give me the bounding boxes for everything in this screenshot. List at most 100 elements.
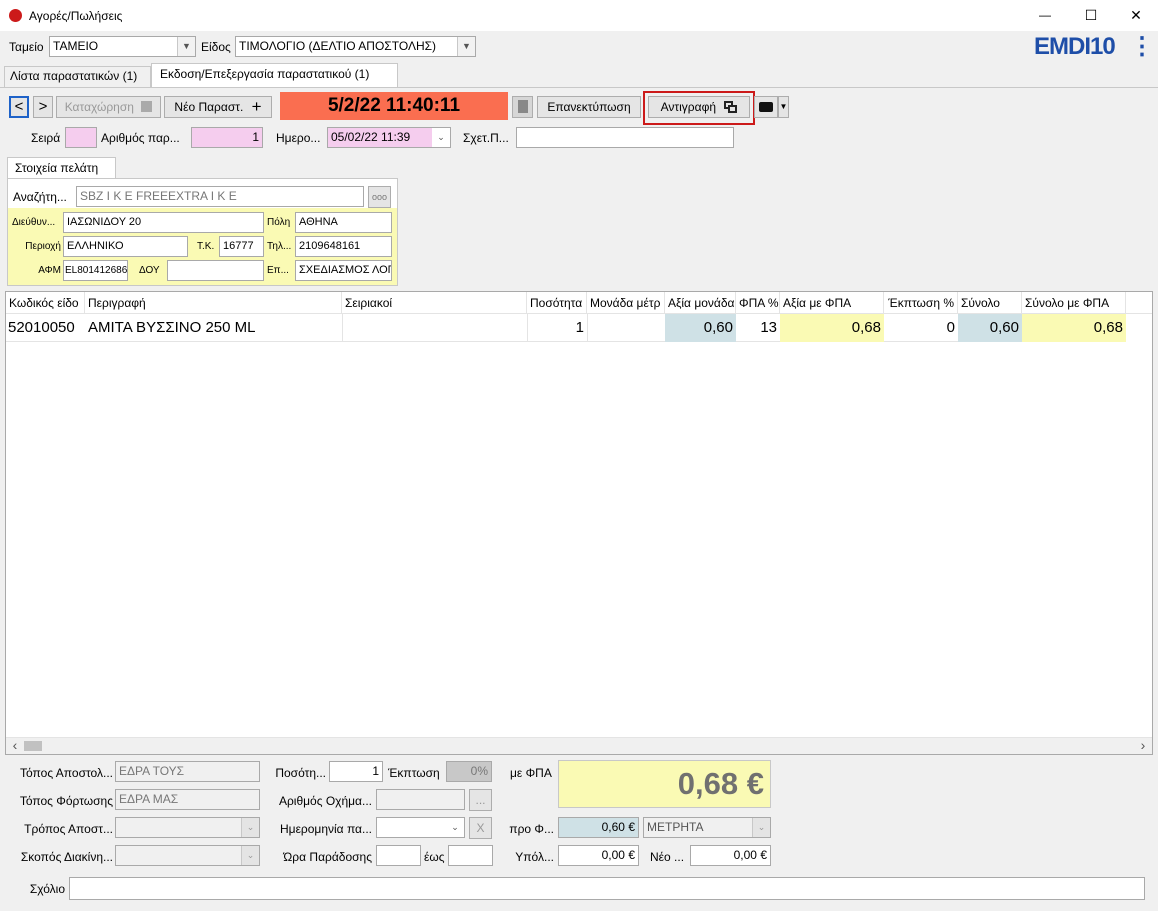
more-menu-icon[interactable]: ⋮ xyxy=(1130,32,1154,61)
next-button[interactable]: > xyxy=(33,96,53,118)
chevron-down-icon: ⌄ xyxy=(241,818,259,837)
posotita-input[interactable]: 1 xyxy=(329,761,383,782)
seira-input[interactable] xyxy=(65,127,97,148)
ora-to-input[interactable] xyxy=(448,845,493,866)
tk-label: Τ.Κ. xyxy=(197,241,215,252)
tropos-select[interactable]: ⌄ xyxy=(115,817,260,838)
register-label: Καταχώρηση xyxy=(64,100,134,114)
tropos-label: Τρόπος Αποστ... xyxy=(24,822,113,836)
header-value-vat[interactable]: Αξία με ΦΠΑ xyxy=(780,292,884,314)
reprint-button[interactable]: Επανεκτύπωση xyxy=(537,96,641,118)
close-button[interactable]: ✕ xyxy=(1121,5,1151,25)
skopos-label: Σκοπός Διακίνη... xyxy=(20,850,113,864)
header-quantity[interactable]: Ποσότητα xyxy=(527,292,587,314)
prev-button[interactable]: < xyxy=(9,96,29,118)
topos-apost-input[interactable]: ΕΔΡΑ ΤΟΥΣ xyxy=(115,761,260,782)
address-input[interactable]: ΙΑΣΩΝΙΔΟΥ 20 xyxy=(63,212,264,233)
ep-label: Επ... xyxy=(267,265,289,276)
tk-input[interactable]: 16777 xyxy=(219,236,264,257)
cell-description[interactable]: ΑΜΙΤΑ ΒΥΣΣΙΝΟ 250 ML xyxy=(85,314,342,342)
tab-edit[interactable]: Εκδοση/Επεξεργασία παραστατικού (1) xyxy=(151,63,398,88)
neo-value[interactable]: 0,00 € xyxy=(690,845,771,866)
sxet-input[interactable] xyxy=(516,127,734,148)
cell-unit[interactable] xyxy=(587,314,665,342)
cell-discount[interactable]: 0 xyxy=(884,314,958,342)
header-vat[interactable]: ΦΠΑ % xyxy=(736,292,780,314)
ep-input[interactable]: ΣΧΕΔΙΑΣΜΟΣ ΛΟΓ xyxy=(295,260,392,281)
cell-total-vat[interactable]: 0,68 xyxy=(1022,314,1126,342)
register-button[interactable]: Καταχώρηση xyxy=(56,96,161,118)
cell-quantity[interactable]: 1 xyxy=(527,314,587,342)
title-bar: Αγορές/Πωλήσεις — ☐ ✕ xyxy=(0,0,1158,31)
date-picker[interactable]: 05/02/22 11:39 ⌄ xyxy=(327,127,451,148)
customer-tab[interactable]: Στοιχεία πελάτη xyxy=(7,157,116,179)
print-button[interactable] xyxy=(754,96,778,118)
oxima-input[interactable] xyxy=(376,789,465,810)
eidos-value: ΤΙΜΟΛΟΓΙΟ (ΔΕΛΤΙΟ ΑΠΟΣΤΟΛΗΣ) xyxy=(239,39,437,53)
area-label: Περιοχή xyxy=(25,241,61,252)
cell-code[interactable]: 52010050 xyxy=(6,314,85,342)
header-discount[interactable]: Έκπτωση % xyxy=(884,292,958,314)
city-input[interactable]: ΑΘΗΝΑ xyxy=(295,212,392,233)
pro-label: προ Φ... xyxy=(509,822,554,836)
hmer-label: Ημερομηνία πα... xyxy=(279,822,372,836)
date-label: Ημερο... xyxy=(276,131,321,145)
sxolio-input[interactable] xyxy=(69,877,1145,900)
hmer-picker[interactable]: ⌄ xyxy=(376,817,465,838)
arithmos-label: Αριθμός παρ... xyxy=(101,131,180,145)
ora-from-input[interactable] xyxy=(376,845,421,866)
eidos-select[interactable]: ΤΙΜΟΛΟΓΙΟ (ΔΕΛΤΙΟ ΑΠΟΣΤΟΛΗΣ) ▼ xyxy=(235,36,476,57)
afm-input[interactable]: EL801412686 xyxy=(63,260,128,281)
chevron-down-icon: ⌄ xyxy=(752,818,770,837)
tab-list[interactable]: Λίστα παραστατικών (1) xyxy=(4,66,151,87)
table-row[interactable]: 52010050 ΑΜΙΤΑ ΒΥΣΣΙΝΟ 250 ML 1 0,60 13 … xyxy=(6,314,1126,342)
oxima-lookup-button[interactable]: ... xyxy=(469,789,492,811)
search-input[interactable]: SBZ I K E FREEEXTRA I K E xyxy=(76,186,364,207)
doc-icon-button[interactable] xyxy=(512,96,533,118)
chevron-down-icon: ▼ xyxy=(457,37,475,56)
cell-total[interactable]: 0,60 xyxy=(958,314,1022,342)
cell-serials[interactable] xyxy=(342,314,527,342)
header-unit-value[interactable]: Αξία μονάδα xyxy=(665,292,736,314)
cell-unit-value[interactable]: 0,60 xyxy=(665,314,736,342)
arithmos-input[interactable]: 1 xyxy=(191,127,263,148)
search-options-button[interactable]: ooo xyxy=(368,186,391,208)
skopos-select[interactable]: ⌄ xyxy=(115,845,260,866)
tameio-value: ΤΑΜΕΙΟ xyxy=(53,39,99,53)
doy-input[interactable] xyxy=(167,260,264,281)
header-serials[interactable]: Σειριακοί xyxy=(342,292,527,314)
cell-vat[interactable]: 13 xyxy=(736,314,780,342)
chevron-down-icon: ⌄ xyxy=(432,128,450,147)
minimize-button[interactable]: — xyxy=(1030,5,1060,25)
payment-select[interactable]: ΜΕΤΡΗΤΑ ⌄ xyxy=(643,817,771,838)
copy-label: Αντιγραφή xyxy=(660,100,717,114)
copy-button[interactable]: Αντιγραφή xyxy=(648,96,750,118)
cell-value-vat[interactable]: 0,68 xyxy=(780,314,884,342)
new-doc-button[interactable]: Νέο Παραστ. + xyxy=(164,96,272,118)
header-total-vat[interactable]: Σύνολο με ΦΠΑ xyxy=(1022,292,1126,314)
horizontal-scrollbar[interactable]: ‹ › xyxy=(6,737,1152,754)
header-description[interactable]: Περιγραφή xyxy=(85,292,342,314)
print-dropdown-button[interactable]: ▼ xyxy=(778,96,789,118)
header-code[interactable]: Κωδικός είδο xyxy=(6,292,85,314)
maximize-button[interactable]: ☐ xyxy=(1076,5,1106,25)
tameio-select[interactable]: ΤΑΜΕΙΟ ▼ xyxy=(49,36,196,57)
area-input[interactable]: ΕΛΛΗΝΙΚΟ xyxy=(63,236,188,257)
me-fpa-label: με ΦΠΑ xyxy=(510,766,552,780)
afm-label: ΑΦΜ xyxy=(38,265,61,276)
scroll-left-icon[interactable]: ‹ xyxy=(8,738,22,754)
ekptosi-input[interactable]: 0% xyxy=(446,761,492,782)
topos-fort-input[interactable]: ΕΔΡΑ ΜΑΣ xyxy=(115,789,260,810)
app-icon xyxy=(9,9,22,22)
hmer-clear-button[interactable]: X xyxy=(469,817,492,839)
items-grid: Κωδικός είδο Περιγραφή Σειριακοί Ποσότητ… xyxy=(5,291,1153,755)
scroll-right-icon[interactable]: › xyxy=(1136,738,1150,754)
phone-label: Τηλ... xyxy=(267,241,292,252)
copy-icon xyxy=(724,101,738,113)
header-total[interactable]: Σύνολο xyxy=(958,292,1022,314)
scroll-thumb[interactable] xyxy=(24,741,42,751)
phone-input[interactable]: 2109648161 xyxy=(295,236,392,257)
doy-label: ΔΟΥ xyxy=(139,265,160,276)
header-unit[interactable]: Μονάδα μέτρ xyxy=(587,292,665,314)
sxolio-label: Σχόλιο xyxy=(29,882,65,896)
